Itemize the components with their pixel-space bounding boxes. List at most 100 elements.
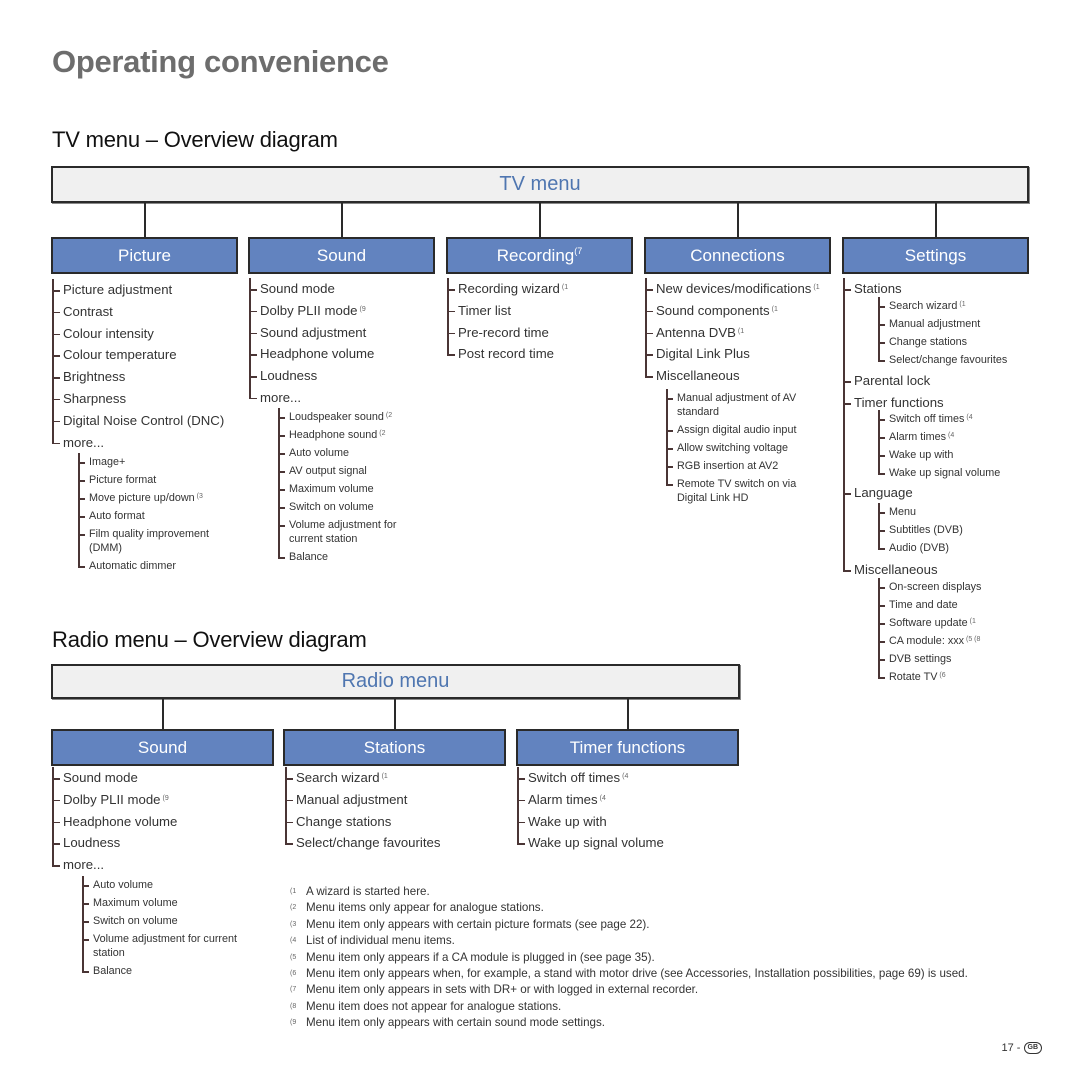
menu-item[interactable]: Timer list bbox=[447, 300, 568, 322]
menu-item[interactable]: Switch off times (4 bbox=[878, 410, 1000, 428]
menu-item[interactable]: Wake up signal volume bbox=[517, 832, 664, 854]
menu-item[interactable]: Parental lock bbox=[843, 370, 930, 392]
menu-item[interactable]: New devices/modifications (1 bbox=[645, 278, 820, 300]
menu-item[interactable]: Auto volume bbox=[278, 444, 428, 462]
menu-item-label: Digital Link Plus bbox=[656, 346, 750, 362]
menu-item[interactable]: Select/change favourites bbox=[878, 351, 1007, 369]
menu-item[interactable]: Sharpness bbox=[52, 388, 224, 410]
menu-item[interactable]: Loudspeaker sound (2 bbox=[278, 408, 428, 426]
menu-item[interactable]: Dolby PLII mode (9 bbox=[52, 789, 177, 811]
menu-item[interactable]: Change stations bbox=[878, 333, 1007, 351]
menu-item[interactable]: Menu bbox=[878, 503, 963, 521]
menu-item[interactable]: Dolby PLII mode (9 bbox=[249, 300, 374, 322]
menu-item[interactable]: DVB settings bbox=[878, 650, 981, 668]
menu-item[interactable]: Sound adjustment bbox=[249, 322, 374, 344]
menu-item[interactable]: On-screen displays bbox=[878, 578, 981, 596]
menu-item[interactable]: Headphone volume bbox=[249, 343, 374, 365]
menu-item-label: Search wizard bbox=[296, 770, 380, 785]
menu-item[interactable]: Switch on volume bbox=[82, 912, 242, 930]
category-connections[interactable]: Connections bbox=[644, 237, 831, 274]
category-sound[interactable]: Sound bbox=[248, 237, 435, 274]
connector-line bbox=[143, 203, 146, 237]
category-settings[interactable]: Settings bbox=[842, 237, 1029, 274]
footnotes: (1 A wizard is started here. (2 Menu items … bbox=[290, 884, 968, 1032]
footnote-ref: (3 bbox=[196, 493, 203, 500]
menu-item[interactable]: Maximum volume bbox=[82, 894, 242, 912]
menu-item[interactable]: Alarm times (4 bbox=[878, 428, 1000, 446]
radio-category-stations[interactable]: Stations bbox=[283, 729, 506, 766]
menu-item[interactable]: Antenna DVB (1 bbox=[645, 322, 820, 344]
menu-item[interactable]: Recording wizard (1 bbox=[447, 278, 568, 300]
menu-item[interactable]: Colour temperature bbox=[52, 344, 224, 366]
menu-item[interactable]: Wake up with bbox=[878, 446, 1000, 464]
menu-item[interactable]: more... bbox=[52, 432, 224, 454]
menu-item[interactable]: Subtitles (DVB) bbox=[878, 521, 963, 539]
settings-miscellaneous-items: On-screen displays Time and date Software … bbox=[878, 578, 981, 686]
menu-item[interactable]: Rotate TV (6 bbox=[878, 668, 981, 686]
menu-item[interactable]: Brightness bbox=[52, 366, 224, 388]
menu-item[interactable]: Headphone sound (2 bbox=[278, 426, 428, 444]
menu-item[interactable]: AV output signal bbox=[278, 462, 428, 480]
menu-item[interactable]: Contrast bbox=[52, 301, 224, 323]
menu-item[interactable]: CA module: xxx (5 (8 bbox=[878, 632, 981, 650]
menu-item[interactable]: Sound mode bbox=[249, 278, 374, 300]
menu-item[interactable]: Manual adjustment bbox=[878, 315, 1007, 333]
menu-item[interactable]: Time and date bbox=[878, 596, 981, 614]
menu-item[interactable]: Allow switching voltage bbox=[666, 439, 816, 457]
menu-item[interactable]: Manual adjustment of AV standard bbox=[666, 389, 816, 421]
menu-item[interactable]: Digital Link Plus bbox=[645, 343, 820, 365]
menu-item[interactable]: Auto volume bbox=[82, 876, 242, 894]
menu-item[interactable]: Balance bbox=[82, 962, 242, 980]
menu-item[interactable]: Wake up with bbox=[517, 811, 664, 833]
menu-item[interactable]: Alarm times (4 bbox=[517, 789, 664, 811]
menu-item[interactable]: Loudness bbox=[52, 832, 177, 854]
category-picture[interactable]: Picture bbox=[51, 237, 238, 274]
settings-stations-items: Search wizard (1 Manual adjustment Change s… bbox=[878, 297, 1007, 369]
menu-item[interactable]: Wake up signal volume bbox=[878, 464, 1000, 482]
menu-item[interactable]: Picture format bbox=[78, 471, 228, 489]
menu-item[interactable]: Remote TV switch on via Digital Link HD bbox=[666, 475, 816, 507]
menu-item[interactable]: RGB insertion at AV2 bbox=[666, 457, 816, 475]
menu-item-label: On-screen displays bbox=[889, 581, 982, 593]
menu-item[interactable]: Volume adjustment for current station bbox=[82, 930, 242, 962]
sound-more-items: Loudspeaker sound (2 Headphone sound (2 Auto… bbox=[278, 408, 428, 566]
menu-item[interactable]: Switch on volume bbox=[278, 498, 428, 516]
menu-item[interactable]: Search wizard (1 bbox=[285, 767, 440, 789]
menu-item[interactable]: Search wizard (1 bbox=[878, 297, 1007, 315]
menu-item[interactable]: Change stations bbox=[285, 811, 440, 833]
menu-item[interactable]: Balance bbox=[278, 548, 428, 566]
menu-item[interactable]: Pre-record time bbox=[447, 322, 568, 344]
menu-item[interactable]: Digital Noise Control (DNC) bbox=[52, 410, 224, 432]
menu-item[interactable]: Colour intensity bbox=[52, 323, 224, 345]
menu-item[interactable]: more... bbox=[249, 387, 374, 409]
menu-item[interactable]: Assign digital audio input bbox=[666, 421, 816, 439]
category-recording[interactable]: Recording(7 bbox=[446, 237, 633, 274]
menu-item[interactable]: Select/change favourites bbox=[285, 832, 440, 854]
menu-item[interactable]: Film quality improvement (DMM) bbox=[78, 525, 228, 557]
menu-item[interactable]: more... bbox=[52, 854, 177, 876]
radio-category-timer-functions[interactable]: Timer functions bbox=[516, 729, 739, 766]
menu-item[interactable]: Manual adjustment bbox=[285, 789, 440, 811]
menu-item[interactable]: Maximum volume bbox=[278, 480, 428, 498]
menu-item[interactable]: Image+ bbox=[78, 453, 228, 471]
menu-item[interactable]: Loudness bbox=[249, 365, 374, 387]
menu-item[interactable]: Picture adjustment bbox=[52, 279, 224, 301]
menu-item[interactable]: Headphone volume bbox=[52, 811, 177, 833]
menu-item[interactable]: Automatic dimmer bbox=[78, 557, 228, 575]
menu-item[interactable]: Audio (DVB) bbox=[878, 539, 963, 557]
menu-item[interactable]: Sound mode bbox=[52, 767, 177, 789]
menu-item[interactable]: Switch off times (4 bbox=[517, 767, 664, 789]
menu-item-label: Digital Noise Control (DNC) bbox=[63, 412, 225, 428]
menu-item-label: Select/change favourites bbox=[889, 354, 1008, 366]
menu-item[interactable]: Language bbox=[843, 482, 913, 504]
menu-item[interactable]: Volume adjustment for current station bbox=[278, 516, 428, 548]
menu-item[interactable]: Auto format bbox=[78, 507, 228, 525]
menu-item[interactable]: Miscellaneous bbox=[645, 365, 820, 387]
menu-item[interactable]: Move picture up/down (3 bbox=[78, 489, 228, 507]
radio-category-sound[interactable]: Sound bbox=[51, 729, 274, 766]
menu-item-label: Maximum volume bbox=[93, 897, 178, 909]
menu-item[interactable]: Software update (1 bbox=[878, 614, 981, 632]
menu-item[interactable]: Sound components (1 bbox=[645, 300, 820, 322]
menu-item[interactable]: Post record time bbox=[447, 343, 568, 365]
tv-menu-label: TV menu bbox=[499, 173, 581, 195]
